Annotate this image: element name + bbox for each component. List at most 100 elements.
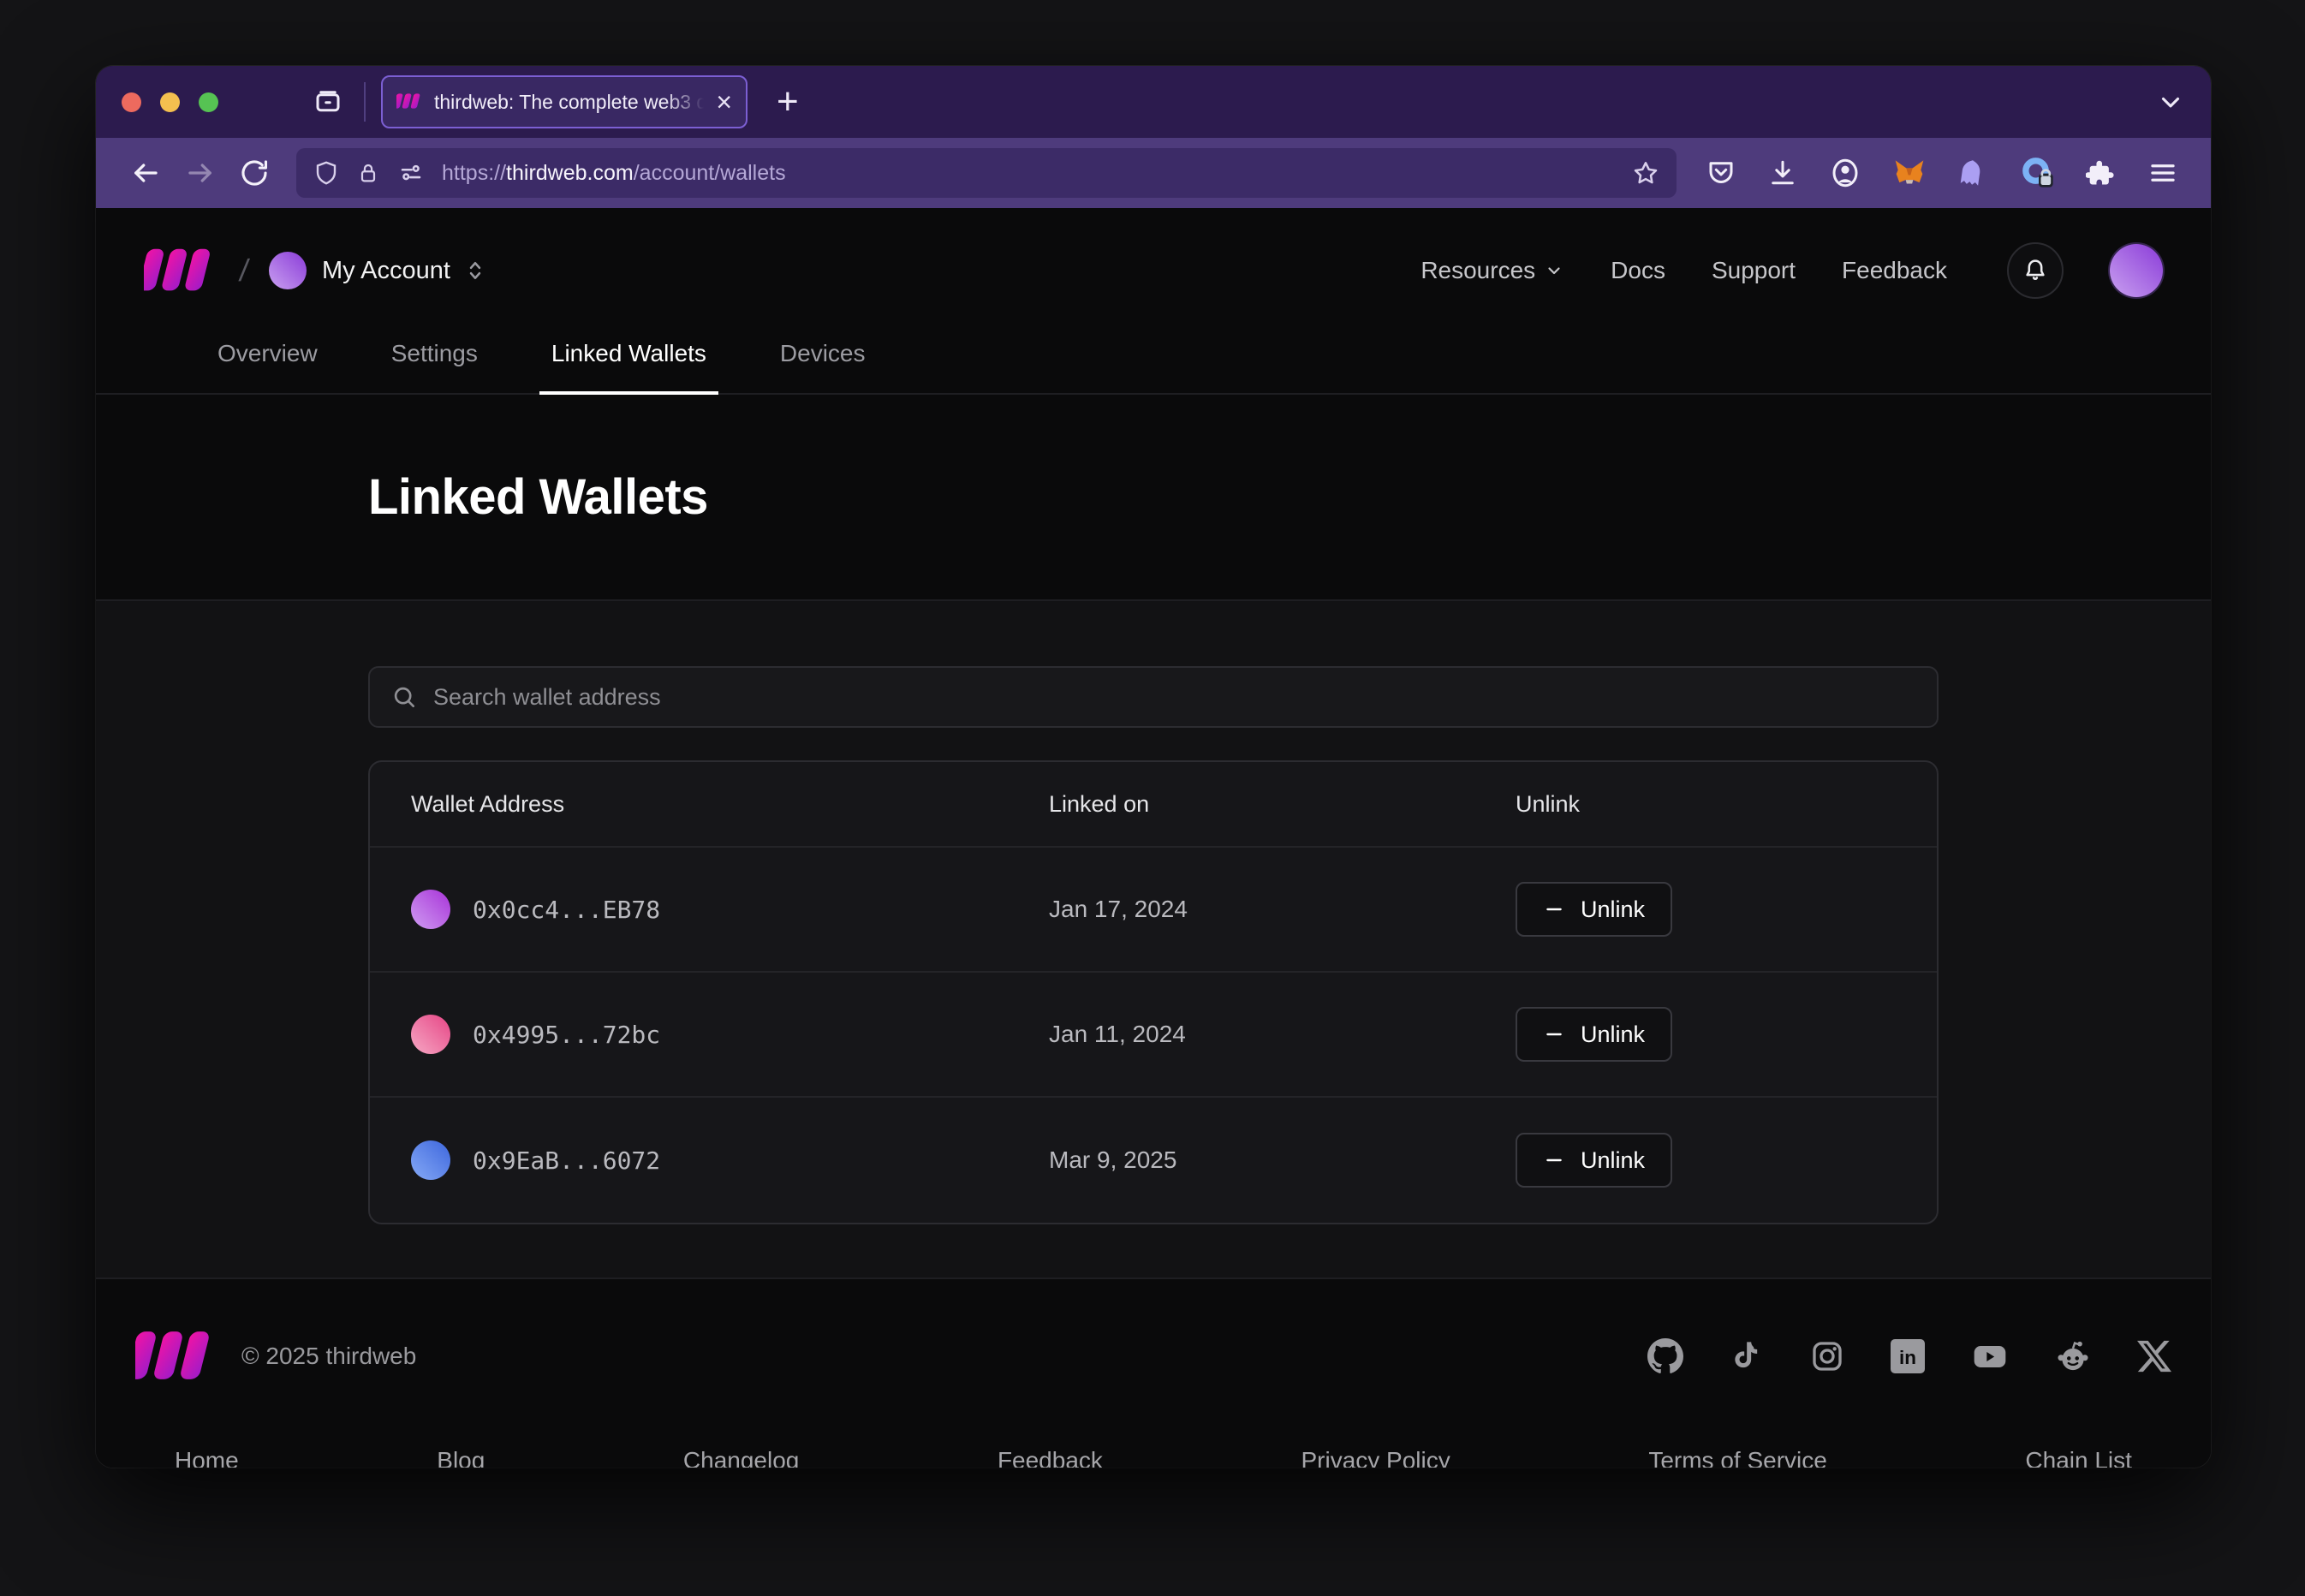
minus-icon [1543,898,1565,920]
footer-link-chain-list[interactable]: Chain List [2025,1447,2132,1468]
breadcrumb-separator: / [237,253,251,289]
nav-support[interactable]: Support [1712,257,1796,284]
tiktok-icon[interactable] [1730,1339,1764,1373]
user-avatar[interactable] [2110,244,2163,297]
wallet-address-cell: 0x0cc4...EB78 [411,890,1049,929]
site-header: / My Account Resources Docs Support Feed… [96,208,2211,395]
url-text: https://thirdweb.com/account/wallets [442,161,1615,186]
browser-window: thirdweb: The complete web3 de × + [96,66,2211,1468]
footer-link-home[interactable]: Home [175,1447,239,1468]
password-manager-extension-icon[interactable] [2021,156,2055,190]
forward-button[interactable] [185,158,216,188]
reddit-icon[interactable] [2055,1338,2091,1374]
page-title: Linked Wallets [368,468,1939,526]
svg-text:in: in [1899,1347,1916,1368]
firefox-view-icon[interactable] [313,86,343,117]
unlink-button[interactable]: Unlink [1516,1133,1672,1188]
social-links: in [1647,1338,2171,1374]
tab-overview[interactable]: Overview [205,340,330,393]
main-section: Wallet Address Linked on Unlink 0x0cc4..… [96,601,2211,1277]
youtube-icon[interactable] [1971,1339,2009,1373]
instagram-icon[interactable] [1810,1339,1844,1373]
github-icon[interactable] [1647,1338,1683,1374]
search-input[interactable] [433,684,1916,711]
minus-icon [1543,1149,1565,1171]
column-unlink: Unlink [1516,791,1896,818]
permissions-icon[interactable] [397,159,425,187]
account-tabs: Overview Settings Linked Wallets Devices [96,319,2211,395]
site-footer: © 2025 thirdweb in [96,1277,2211,1468]
reload-button[interactable] [240,158,269,188]
wallet-avatar [411,890,450,929]
wallets-table: Wallet Address Linked on Unlink 0x0cc4..… [368,760,1939,1224]
account-switcher-icon[interactable] [462,258,488,283]
footer-links: Home Blog Changelog Feedback Privacy Pol… [96,1433,2211,1468]
wallet-address-cell: 0x9EaB...6072 [411,1140,1049,1180]
header-nav: Resources Docs Support Feedback [1421,242,2163,299]
account-name[interactable]: My Account [322,257,450,285]
phantom-extension-icon[interactable] [1957,157,1990,189]
bell-icon [2022,257,2049,284]
nav-feedback[interactable]: Feedback [1842,257,1947,284]
minus-icon [1543,1023,1565,1045]
table-row: 0x9EaB...6072 Mar 9, 2025 Unlink [370,1098,1937,1223]
bookmark-star-icon[interactable] [1632,159,1659,187]
search-icon [390,683,418,711]
table-row: 0x4995...72bc Jan 11, 2024 Unlink [370,973,1937,1098]
url-scheme: https:// [442,161,506,185]
tracking-shield-icon[interactable] [313,160,339,186]
browser-tab[interactable]: thirdweb: The complete web3 de × [381,75,747,128]
tab-linked-wallets[interactable]: Linked Wallets [539,340,718,395]
footer-link-changelog[interactable]: Changelog [683,1447,799,1468]
lock-icon[interactable] [356,161,380,185]
tab-separator [364,82,366,122]
zoom-window-button[interactable] [199,92,218,112]
x-icon[interactable] [2137,1339,2171,1373]
thirdweb-footer-logo[interactable] [135,1330,217,1383]
browser-tab-bar: thirdweb: The complete web3 de × + [96,66,2211,138]
tab-settings[interactable]: Settings [379,340,490,393]
url-domain: thirdweb.com [506,161,634,185]
minimize-window-button[interactable] [160,92,180,112]
wallet-search [368,666,1939,728]
linkedin-icon[interactable]: in [1891,1339,1925,1373]
notifications-button[interactable] [2007,242,2064,299]
footer-link-feedback[interactable]: Feedback [998,1447,1103,1468]
metamask-extension-icon[interactable] [1892,156,1927,190]
extensions-puzzle-icon[interactable] [2086,158,2117,188]
header-top-row: / My Account Resources Docs Support Feed… [96,208,2211,319]
column-linked-on: Linked on [1049,791,1516,818]
unlink-button[interactable]: Unlink [1516,1007,1672,1062]
list-tabs-chevron-icon[interactable] [2156,87,2185,116]
wallet-avatar [411,1140,450,1180]
download-icon[interactable] [1767,158,1798,188]
footer-link-blog[interactable]: Blog [437,1447,485,1468]
pocket-icon[interactable] [1706,158,1736,188]
close-window-button[interactable] [122,92,141,112]
thirdweb-favicon [396,91,422,113]
browser-toolbar: https://thirdweb.com/account/wallets [96,138,2211,208]
column-wallet-address: Wallet Address [411,791,1049,818]
thirdweb-logo[interactable] [144,247,219,294]
wallet-avatar [411,1015,450,1054]
new-tab-button[interactable]: + [777,80,799,123]
url-bar[interactable]: https://thirdweb.com/account/wallets [296,148,1677,198]
table-header: Wallet Address Linked on Unlink [370,762,1937,848]
unlink-button[interactable]: Unlink [1516,882,1672,937]
footer-link-terms-of-service[interactable]: Terms of Service [1648,1447,1827,1468]
title-band: Linked Wallets [96,395,2211,601]
back-button[interactable] [130,158,161,188]
tab-devices[interactable]: Devices [768,340,878,393]
account-icon[interactable] [1829,157,1861,189]
account-avatar [269,252,307,289]
nav-resources[interactable]: Resources [1421,257,1564,284]
toolbar-extensions [1706,156,2178,190]
chevron-down-icon [1544,260,1564,281]
tab-title: thirdweb: The complete web3 de [434,91,704,114]
linked-on-cell: Jan 11, 2024 [1049,1021,1516,1048]
footer-link-privacy-policy[interactable]: Privacy Policy [1301,1447,1450,1468]
nav-docs[interactable]: Docs [1611,257,1665,284]
linked-on-cell: Mar 9, 2025 [1049,1146,1516,1174]
tab-close-icon[interactable]: × [716,88,732,116]
menu-hamburger-icon[interactable] [2147,158,2178,188]
